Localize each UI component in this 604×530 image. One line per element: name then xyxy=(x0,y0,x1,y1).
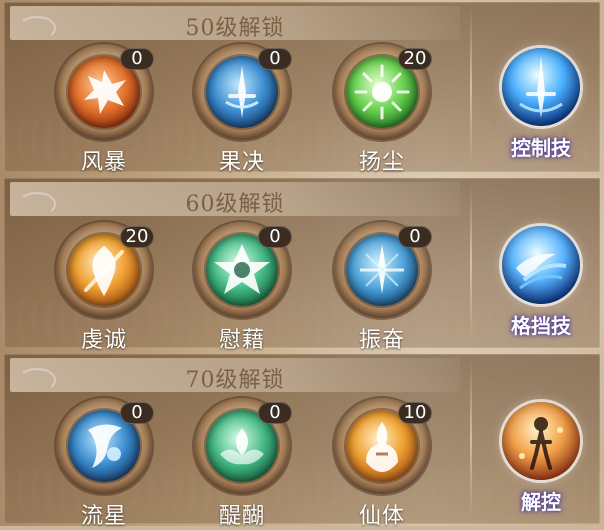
skill-type-label: 控制技 xyxy=(511,136,571,160)
skill-name: 风暴 xyxy=(80,150,127,175)
skill-orb[interactable]: 0 xyxy=(56,398,154,494)
section-title: 60级解锁 xyxy=(185,192,285,217)
skill-level-badge: 20 xyxy=(398,48,432,70)
skill-name: 振奋 xyxy=(358,328,405,353)
skill-level-badge: 0 xyxy=(398,226,432,248)
skill-level-badge: 0 xyxy=(258,226,292,248)
skill-level-badge: 0 xyxy=(258,48,292,70)
section-title: 70级解锁 xyxy=(185,368,285,393)
skill-orb[interactable]: 0 xyxy=(334,222,432,318)
skill-level-badge: 0 xyxy=(120,48,154,70)
skill-orb[interactable]: 0 xyxy=(194,44,292,140)
skill-level-badge: 0 xyxy=(258,402,292,424)
skill-orb[interactable]: 0 xyxy=(56,44,154,140)
skill-type-label: 解控 xyxy=(521,490,561,514)
skill-orb[interactable]: 10 xyxy=(334,398,432,494)
section-header: 60级解锁 xyxy=(10,182,460,217)
skill-name: 虔诚 xyxy=(80,328,127,353)
unlock-section-70: 70级解锁 0 流星 0 醍醐 10 仙体 解控 xyxy=(4,354,600,529)
skill-orb[interactable]: 20 xyxy=(56,222,154,318)
skill-slot[interactable]: 20 扬尘 xyxy=(334,44,432,175)
control-sword-icon xyxy=(502,48,580,126)
skill-name: 扬尘 xyxy=(358,150,405,175)
skill-name: 仙体 xyxy=(358,504,405,529)
skill-level-badge: 10 xyxy=(398,402,432,424)
skill-type-block[interactable]: 格挡技 xyxy=(494,222,588,342)
release-figure-icon xyxy=(502,402,580,480)
skill-slot[interactable]: 0 果决 xyxy=(194,44,292,175)
skill-name: 慰藉 xyxy=(218,328,265,353)
skill-slot[interactable]: 0 慰藉 xyxy=(194,222,292,353)
unlock-section-50: 50级解锁 0 风暴 0 果决 20 扬尘 控制技 xyxy=(4,2,600,175)
skill-orb[interactable]: 0 xyxy=(194,222,292,318)
unlock-section-60: 60级解锁 20 虔诚 0 慰藉 0 振奋 格挡技 xyxy=(4,178,600,353)
skill-level-badge: 20 xyxy=(120,226,154,248)
skill-level-badge: 0 xyxy=(120,402,154,424)
skill-orb[interactable]: 20 xyxy=(334,44,432,140)
skill-type-label: 格挡技 xyxy=(511,314,571,338)
skill-name: 醍醐 xyxy=(218,504,265,529)
skill-slot[interactable]: 0 风暴 xyxy=(56,44,154,175)
skill-slot[interactable]: 0 振奋 xyxy=(334,222,432,353)
skill-slot[interactable]: 0 醍醐 xyxy=(194,398,292,529)
skill-type-control[interactable]: 控制技 xyxy=(494,44,588,164)
skill-type-release[interactable]: 解控 xyxy=(494,398,588,518)
skill-slot[interactable]: 10 仙体 xyxy=(334,398,432,529)
block-wave-icon xyxy=(502,226,580,304)
skill-slot[interactable]: 0 流星 xyxy=(56,398,154,529)
skill-name: 流星 xyxy=(80,504,127,529)
skill-unlock-panel: 50级解锁 0 风暴 0 果决 20 扬尘 控制技 60级解锁 20 虔诚 0 … xyxy=(0,0,604,529)
skill-name: 果决 xyxy=(218,150,265,175)
skill-slot[interactable]: 20 虔诚 xyxy=(56,222,154,353)
section-header: 50级解锁 xyxy=(10,6,460,41)
section-header: 70级解锁 xyxy=(10,358,460,393)
section-title: 50级解锁 xyxy=(185,16,285,41)
skill-orb[interactable]: 0 xyxy=(194,398,292,494)
